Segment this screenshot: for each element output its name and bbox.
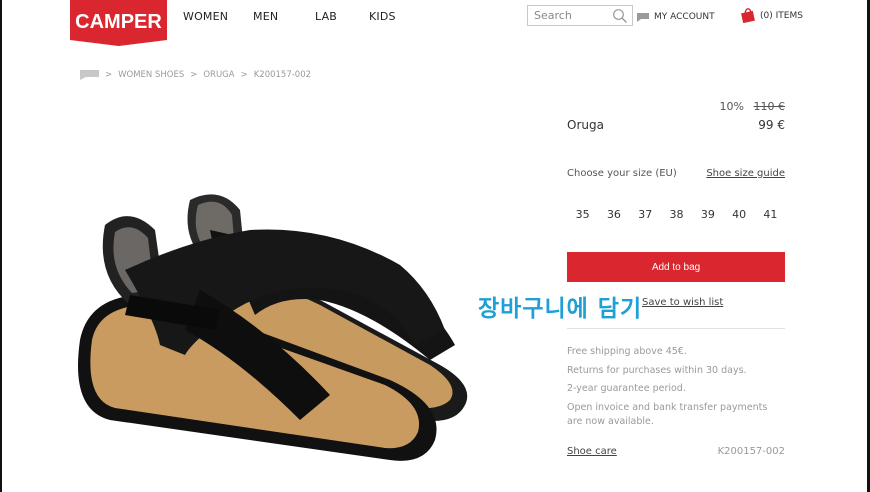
info-free-shipping: Free shipping above 45€. [567, 346, 687, 357]
nav-kids[interactable]: KIDS [369, 10, 396, 23]
breadcrumb-women-shoes[interactable]: WOMEN SHOES [118, 70, 184, 80]
my-account-label: MY ACCOUNT [654, 12, 715, 22]
size-option[interactable]: 39 [692, 208, 723, 221]
divider [567, 328, 785, 329]
product-code: K200157-002 [717, 446, 785, 457]
window-border-left [0, 0, 2, 492]
shoe-care-link[interactable]: Shoe care [567, 446, 617, 457]
add-to-cart-overlay-label: 장바구니에 담기 [478, 296, 643, 322]
flag-icon [637, 12, 649, 22]
info-payments: Open invoice and bank transfer payments … [567, 402, 768, 427]
info-returns: Returns for purchases within 30 days. [567, 365, 747, 376]
my-account-link[interactable]: MY ACCOUNT [637, 12, 715, 22]
home-flag-icon[interactable] [80, 70, 99, 80]
size-option[interactable]: 40 [723, 208, 754, 221]
camper-logo[interactable]: CAMPER [70, 0, 167, 46]
shopping-bag-icon [741, 8, 755, 23]
price-discount-row: 10% 110 € [567, 100, 785, 113]
breadcrumb-code: K200157-002 [253, 70, 312, 80]
breadcrumb-separator: > [240, 70, 248, 80]
product-image [78, 194, 468, 461]
add-to-bag-button[interactable]: Add to bag [567, 252, 785, 282]
breadcrumb-oruga[interactable]: ORUGA [203, 70, 234, 80]
logo-text: CAMPER [75, 11, 162, 33]
search-icon[interactable] [612, 8, 628, 24]
breadcrumb: > WOMEN SHOES > ORUGA > K200157-002 [80, 70, 311, 80]
size-option[interactable]: 35 [567, 208, 598, 221]
nav-women[interactable]: WOMEN [183, 10, 228, 23]
nav-men[interactable]: MEN [253, 10, 278, 23]
breadcrumb-separator: > [105, 70, 113, 80]
size-option[interactable]: 37 [630, 208, 661, 221]
size-option[interactable]: 38 [661, 208, 692, 221]
size-label: Choose your size (EU) [567, 168, 677, 179]
size-option[interactable]: 36 [598, 208, 629, 221]
size-guide-link[interactable]: Shoe size guide [700, 168, 785, 179]
save-to-wish-list-link[interactable]: Save to wish list [642, 297, 723, 308]
original-price: 110 € [753, 100, 786, 113]
size-selector: 35 36 37 38 39 40 41 [567, 208, 786, 221]
size-option[interactable]: 41 [755, 208, 786, 221]
discount-percent: 10% [719, 100, 744, 113]
product-name: Oruga [567, 118, 604, 132]
nav-lab[interactable]: LAB [315, 10, 337, 23]
shopping-bag-link[interactable]: (0) ITEMS [741, 8, 803, 23]
product-price: 99 € [758, 118, 785, 132]
info-guarantee: 2-year guarantee period. [567, 383, 686, 394]
bag-count-label: (0) ITEMS [760, 10, 803, 21]
breadcrumb-separator: > [190, 70, 198, 80]
